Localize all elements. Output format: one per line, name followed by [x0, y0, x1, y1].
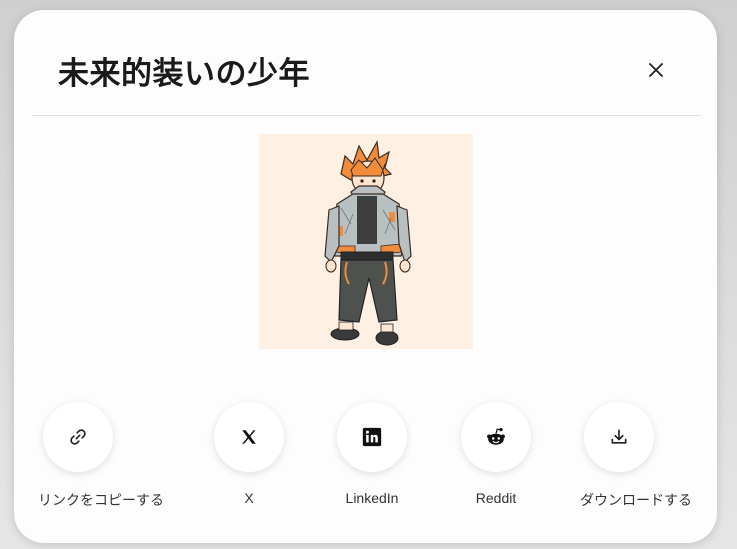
share-x-label: X — [244, 490, 254, 506]
copy-link-label: リンクをコピーする — [38, 492, 164, 508]
share-reddit-label: Reddit — [475, 490, 517, 506]
download-button[interactable] — [584, 402, 654, 472]
share-linkedin-button[interactable] — [337, 402, 407, 472]
download-icon — [611, 429, 627, 444]
linkedin-logo-icon — [362, 427, 382, 447]
copy-link-button[interactable] — [43, 402, 113, 472]
reddit-logo-icon — [487, 428, 505, 445]
x-logo-icon — [242, 430, 256, 444]
share-modal: 未来的装いの少年 リンクをコピーする X LinkedIn Reddit ダウン… — [14, 10, 717, 543]
link-icon — [70, 429, 86, 445]
share-linkedin-label: LinkedIn — [345, 490, 399, 506]
share-x-button[interactable] — [214, 402, 284, 472]
share-options: リンクをコピーする X LinkedIn Reddit ダウンロードする — [14, 10, 717, 543]
share-reddit-button[interactable] — [461, 402, 531, 472]
download-label: ダウンロードする — [580, 492, 692, 508]
